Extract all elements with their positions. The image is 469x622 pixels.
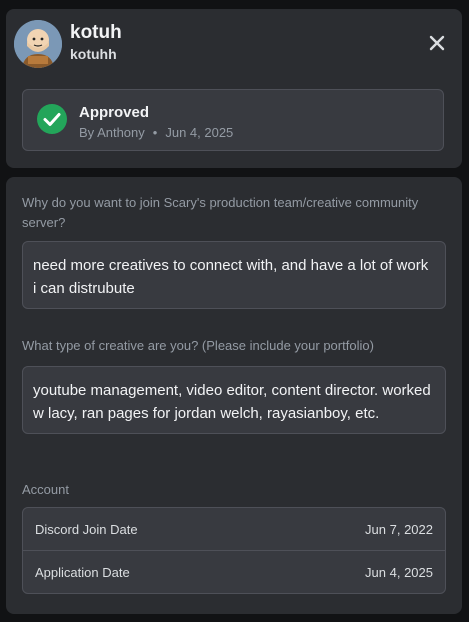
row-label: Discord Join Date xyxy=(35,521,138,537)
question-label: What type of creative are you? (Please i… xyxy=(22,338,374,353)
status-meta: By Anthony • Jun 4, 2025 xyxy=(79,125,233,140)
account-row: Application Date Jun 4, 2025 xyxy=(23,551,445,594)
account-section-label: Account xyxy=(22,482,69,497)
reviewer: By Anthony xyxy=(79,125,145,140)
question-label: Why do you want to join Scary's producti… xyxy=(22,195,419,230)
answer-box: need more creatives to connect with, and… xyxy=(22,241,446,309)
row-value: Jun 7, 2022 xyxy=(365,521,433,537)
row-label: Application Date xyxy=(35,565,130,580)
row-value: Jun 4, 2025 xyxy=(365,565,433,580)
avatar[interactable] xyxy=(14,20,62,68)
separator-dot: • xyxy=(152,125,158,140)
status-title: Approved xyxy=(79,104,150,121)
checkmark-icon xyxy=(37,104,67,134)
answer-box: youtube management, video editor, conten… xyxy=(22,366,446,434)
close-icon xyxy=(429,35,445,51)
account-row: Discord Join Date Jun 7, 2022 xyxy=(23,508,445,551)
account-info-card: Discord Join Date Jun 7, 2022 Applicatio… xyxy=(22,507,446,594)
username: kotuhh xyxy=(70,46,117,62)
status-card: Approved By Anthony • Jun 4, 2025 xyxy=(22,89,444,151)
display-name: kotuh xyxy=(70,22,122,43)
close-button[interactable] xyxy=(422,28,452,58)
status-date: Jun 4, 2025 xyxy=(165,125,234,140)
